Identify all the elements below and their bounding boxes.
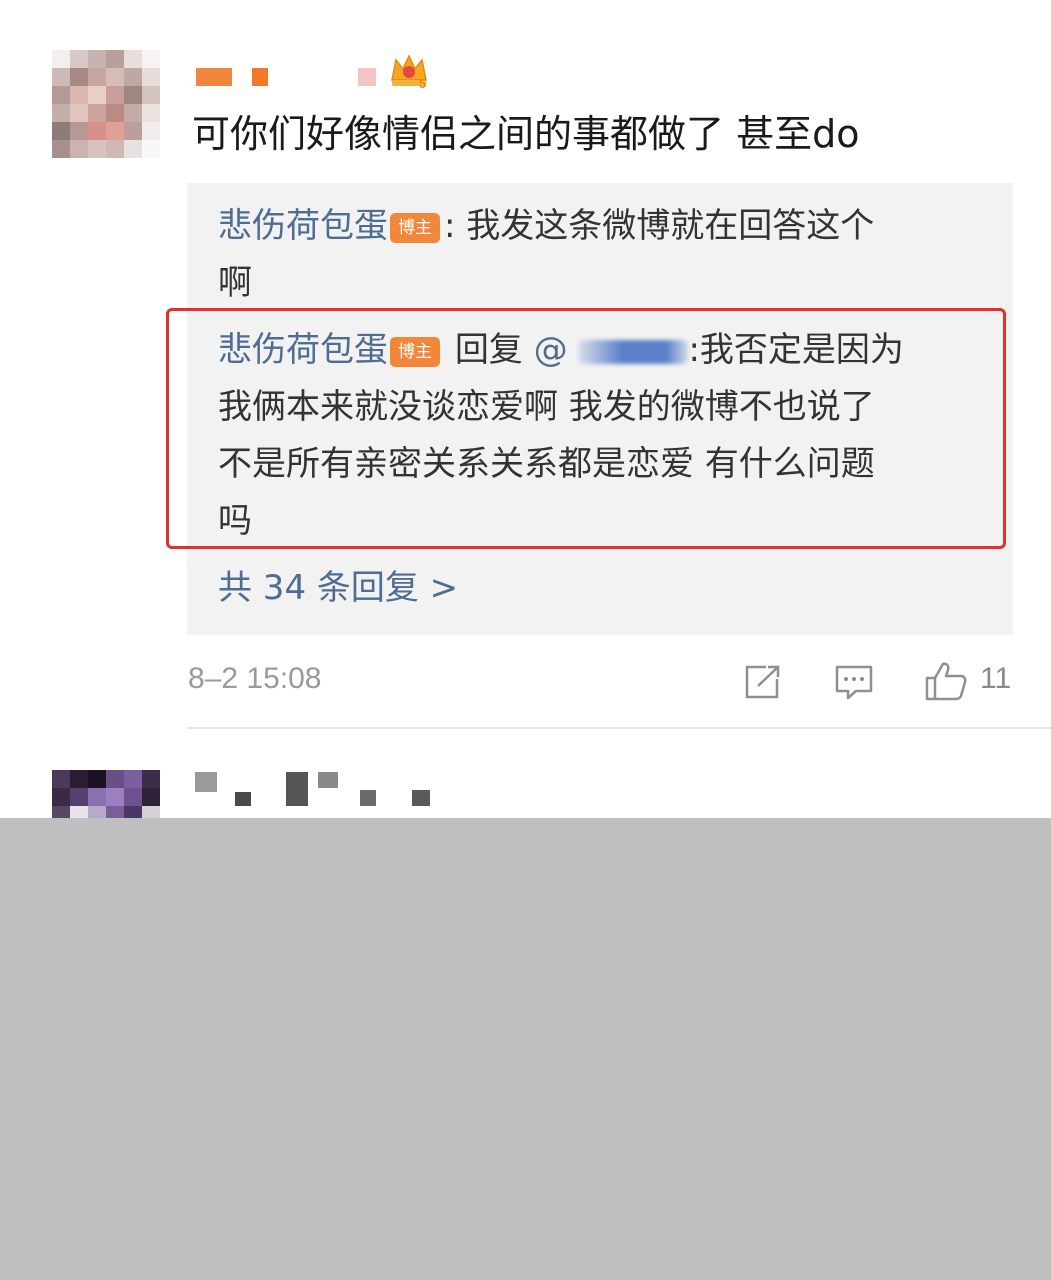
blurred-username-part: [360, 790, 376, 806]
blurred-username-part: [358, 68, 376, 86]
comment-icon[interactable]: [834, 664, 874, 702]
reply-username[interactable]: 悲伤荷包蛋: [218, 206, 388, 246]
blurred-username-part: [235, 792, 251, 806]
timestamp: 8–2 15:08: [188, 662, 322, 695]
blurred-username-part: [252, 68, 268, 86]
blurred-username-part: [412, 790, 430, 806]
more-replies-link[interactable]: 共 34 条回复 >: [218, 563, 458, 613]
blurred-username-part: [318, 772, 338, 788]
blurred-username[interactable]: [195, 772, 217, 792]
crown-level-icon: 5: [391, 54, 427, 90]
highlight-box: [166, 308, 1006, 549]
like-count: 11: [980, 662, 1012, 695]
redaction-overlay: [0, 818, 1051, 1280]
share-icon[interactable]: [744, 664, 782, 700]
comment-text: 可你们好像情侣之间的事都做了 甚至do: [192, 112, 860, 156]
avatar[interactable]: [52, 50, 160, 158]
reply-text: 啊: [218, 263, 252, 303]
divider: [187, 727, 1051, 729]
author-badge: 博主: [390, 213, 440, 243]
svg-text:5: 5: [419, 76, 426, 90]
reply-item[interactable]: 悲伤荷包蛋 博主: 我发这条微博就在回答这个 啊: [218, 198, 968, 312]
reply-line: 悲伤荷包蛋 博主: 我发这条微博就在回答这个: [218, 198, 968, 255]
blurred-username[interactable]: [196, 68, 232, 86]
like-icon[interactable]: [924, 660, 968, 702]
blurred-username-part: [286, 772, 308, 806]
reply-text: : 我发这条微博就在回答这个: [444, 206, 875, 246]
